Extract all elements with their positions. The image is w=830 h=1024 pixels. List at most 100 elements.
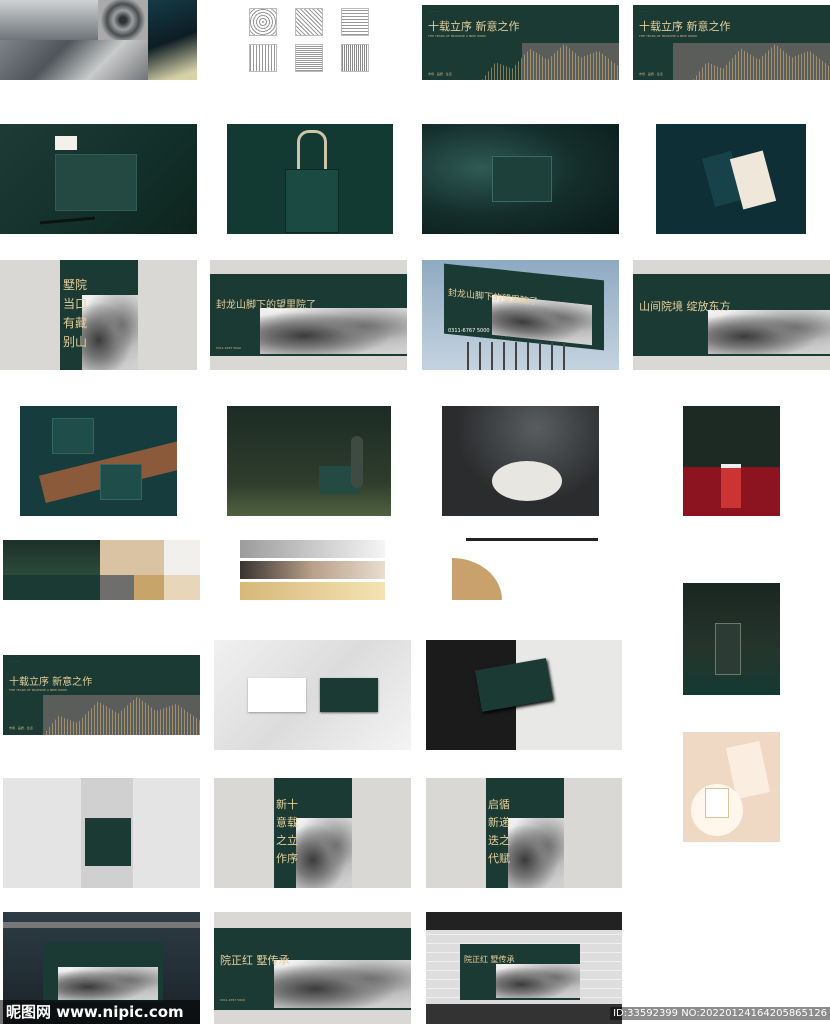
gold-swatch: [134, 575, 164, 600]
banner-headline: 十载立序 新意之作: [428, 20, 520, 33]
bronze-gradient: [240, 561, 385, 579]
banner-ten-years-a: · · · · · · 十载立序 新意之作 THE YEARS OF PROPO…: [422, 5, 619, 80]
poster-new-work: 新十 意载 之立 作序: [214, 778, 411, 888]
grey-swatch: [100, 575, 134, 600]
gold-curve: [452, 558, 502, 600]
poster-line-2: 新递: [488, 816, 510, 829]
subway-headline: 院正红 墅传承: [464, 955, 515, 964]
texture-collage: [0, 0, 197, 80]
billboard-mockup: 封龙山脚下的望里院了 0311-6767 5000: [422, 260, 619, 370]
cream-swatch: [164, 575, 200, 600]
billboard-post: [467, 342, 567, 370]
banner-headline: 院正红 墅传承: [220, 954, 290, 967]
card-white: [248, 678, 306, 712]
pedestal: [721, 464, 741, 508]
color-palette-board: [3, 540, 200, 600]
tote-bag: [85, 818, 131, 866]
pattern-swatches: [245, 8, 370, 73]
banner-top-note: · · · · · ·: [428, 9, 439, 13]
tea-tray: [492, 461, 562, 501]
billboard-phone: 0311-6767 5000: [448, 328, 490, 334]
card-green: [320, 678, 378, 712]
red-table-scene: [683, 406, 780, 516]
silk-box: [492, 156, 552, 202]
perfume-bottle: [705, 788, 729, 818]
banner-subline: THE YEARS OF PROPOSE A NEW WORK: [639, 34, 698, 38]
business-card-marble: [214, 640, 411, 750]
silver-gradient: [240, 540, 385, 558]
wave-texture: [0, 0, 98, 40]
site-watermark: 昵图网 www.nipic.com: [0, 1000, 200, 1024]
gold-gradient: [240, 582, 385, 600]
vase: [351, 436, 363, 488]
diffuser-bottle: [715, 623, 741, 675]
tea-set-gift-box: [20, 406, 177, 516]
diffuser-bottle-scene: [683, 583, 780, 695]
image-id-watermark: ID:33592399 NO:20220124164205865126: [610, 1007, 830, 1020]
banner-footer: 市场 · 品质 · 生活: [9, 726, 33, 730]
top-line: [466, 538, 598, 541]
invitation-card-mockup: [656, 124, 806, 234]
ink-landscape: [496, 964, 580, 998]
tea-ceremony-scene: [442, 406, 599, 516]
pattern-swatch: [295, 8, 323, 36]
poster-iteration: 启循 新递 迭之 代赋: [426, 778, 622, 888]
tote-bag-model: [3, 778, 200, 888]
folder: [55, 154, 137, 211]
poster-line-4: 作序: [276, 852, 298, 865]
stationery-mockup: [0, 124, 197, 234]
pattern-swatch: [341, 8, 369, 36]
pattern-swatch: [249, 44, 277, 72]
poster-line-1: 墅院: [63, 278, 88, 292]
poster-villa: 墅院 当口 有藏 别山: [0, 260, 197, 370]
ink-landscape: [274, 960, 411, 1008]
banner-footer: 市场 · 品质 · 生活: [639, 72, 663, 76]
banner-subline: THE YEARS OF PROPOSE A NEW WORK: [9, 688, 68, 692]
banner-footer: 市场 · 品质 · 生活: [428, 72, 452, 76]
banner-headline: 山间院境 绽放东方: [639, 300, 731, 313]
business-card-stone: [426, 640, 622, 750]
ink-landscape: [296, 818, 352, 888]
calligraphy-swatch: [100, 540, 164, 575]
pattern-swatch: [341, 44, 369, 72]
banner-headline: 十载立序 新意之作: [639, 20, 731, 33]
banner-subline: THE YEARS OF PROPOSE A NEW WORK: [428, 34, 487, 38]
subway-floor: [426, 1004, 622, 1024]
poster-line-3: 迭之: [488, 834, 510, 847]
ink-landscape: [260, 308, 407, 354]
banner-red-courtyard: 院正红 墅传承 0311-6767 5000: [214, 912, 411, 1024]
zen-swatch: [164, 540, 200, 575]
banner-phone: 0311-6767 5000: [216, 346, 241, 350]
gift-box: [52, 418, 94, 454]
banner-headline: 封龙山脚下的望里院了: [216, 300, 316, 311]
banner-top-note: · · · · · ·: [9, 659, 20, 663]
subway-header: [426, 912, 622, 930]
banner-mountain-courtyard: 山间院境 绽放东方: [633, 260, 830, 370]
poster-line-2: 意载: [276, 816, 298, 829]
ink-landscape: [82, 295, 138, 370]
banner-ten-years-c: · · · · · · 十载立序 新意之作 THE YEARS OF PROPO…: [3, 655, 200, 735]
gradient-swatches: [240, 540, 385, 600]
poster-line-4: 代赋: [488, 852, 510, 865]
gold-curve-shape: [452, 538, 598, 600]
pattern-swatch: [249, 8, 277, 36]
ring-texture: [98, 0, 148, 40]
letterhead: [55, 136, 77, 150]
bus-stop-roof: [3, 922, 200, 928]
green-swatch: [3, 575, 100, 600]
poster-line-4: 别山: [63, 335, 88, 349]
gift-box: [100, 464, 142, 500]
ink-landscape: [508, 818, 564, 888]
poster-line-3: 之立: [276, 834, 298, 847]
poster-line-1: 新十: [276, 798, 298, 811]
subway-station-ad: 院正红 墅传承: [426, 912, 622, 1024]
banner-ten-years-b: · · · · · · 十载立序 新意之作 THE YEARS OF PROPO…: [633, 5, 830, 80]
poster-line-3: 有藏: [63, 316, 88, 330]
pen: [39, 216, 96, 225]
paper-bag-mockup: [227, 124, 393, 234]
perfume-bottle-scene: [683, 732, 780, 842]
silk-cloth-mockup: [422, 124, 619, 234]
banner-fenglong: 封龙山脚下的望里院了 0311-6767 5000: [210, 260, 407, 370]
still-life-gift-set: [227, 406, 391, 516]
poster-line-1: 启循: [488, 798, 510, 811]
